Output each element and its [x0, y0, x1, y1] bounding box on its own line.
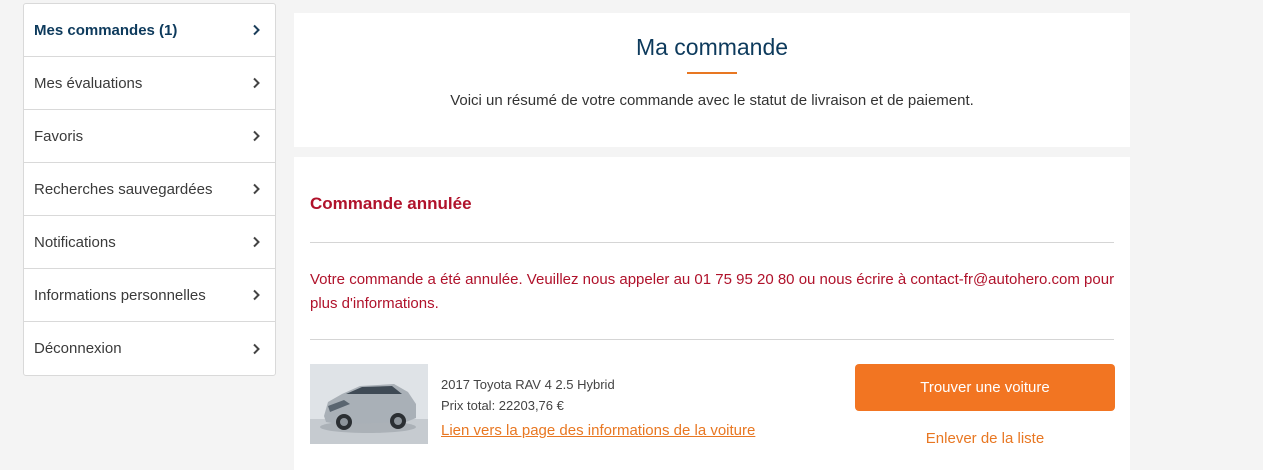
car-info: 2017 Toyota RAV 4 2.5 Hybrid Prix total:… [441, 374, 615, 416]
cancel-message: Votre commande a été annulée. Veuillez n… [310, 271, 1115, 312]
sidebar-item-label: Informations personnelles [34, 286, 206, 304]
chevron-right-icon [251, 24, 261, 36]
sidebar-item-notifications[interactable]: Notifications [24, 216, 275, 269]
order-header-card: Ma commande Voici un résumé de votre com… [294, 13, 1130, 147]
chevron-right-icon [251, 77, 261, 89]
car-name: 2017 Toyota RAV 4 2.5 Hybrid [441, 377, 615, 392]
sidebar-item-label: Favoris [34, 127, 84, 145]
sidebar-item-informations-personnelles[interactable]: Informations personnelles [24, 269, 275, 322]
page-title: Ma commande [635, 34, 789, 60]
find-car-button[interactable]: Trouver une voiture [855, 364, 1115, 411]
divider [310, 242, 1114, 243]
chevron-right-icon [251, 183, 261, 195]
sidebar-item-mes-evaluations[interactable]: Mes évaluations [24, 57, 275, 110]
chevron-right-icon [251, 289, 261, 301]
chevron-right-icon [251, 236, 261, 248]
sidebar-item-favoris[interactable]: Favoris [24, 110, 275, 163]
sidebar-item-label: Déconnexion [34, 340, 122, 357]
sidebar-item-recherches-sauvegardees[interactable]: Recherches sauvegardées [24, 163, 275, 216]
sidebar-item-label: Notifications [34, 233, 116, 251]
order-status-title: Commande annulée [310, 194, 472, 213]
chevron-right-icon [251, 343, 261, 355]
sidebar-item-mes-commandes[interactable]: Mes commandes (1) [24, 4, 275, 57]
divider [310, 339, 1114, 340]
remove-from-list-link[interactable]: Enlever de la liste [855, 430, 1115, 447]
sidebar-item-label: Mes commandes (1) [34, 21, 178, 39]
car-price: Prix total: 22203,76 € [441, 398, 564, 413]
sidebar-item-label: Recherches sauvegardées [34, 180, 213, 198]
car-details-link[interactable]: Lien vers la page des informations de la… [441, 422, 755, 439]
chevron-right-icon [251, 130, 261, 142]
sidebar-item-label: Mes évaluations [34, 74, 143, 92]
order-card: Commande annulée Votre commande a été an… [294, 157, 1130, 470]
account-sidebar: Mes commandes (1) Mes évaluations Favori… [23, 3, 276, 376]
sidebar-item-deconnexion[interactable]: Déconnexion [24, 322, 275, 375]
page-summary: Voici un résumé de votre commande avec l… [450, 92, 974, 109]
title-underline [687, 72, 737, 74]
car-thumbnail[interactable] [310, 364, 428, 444]
